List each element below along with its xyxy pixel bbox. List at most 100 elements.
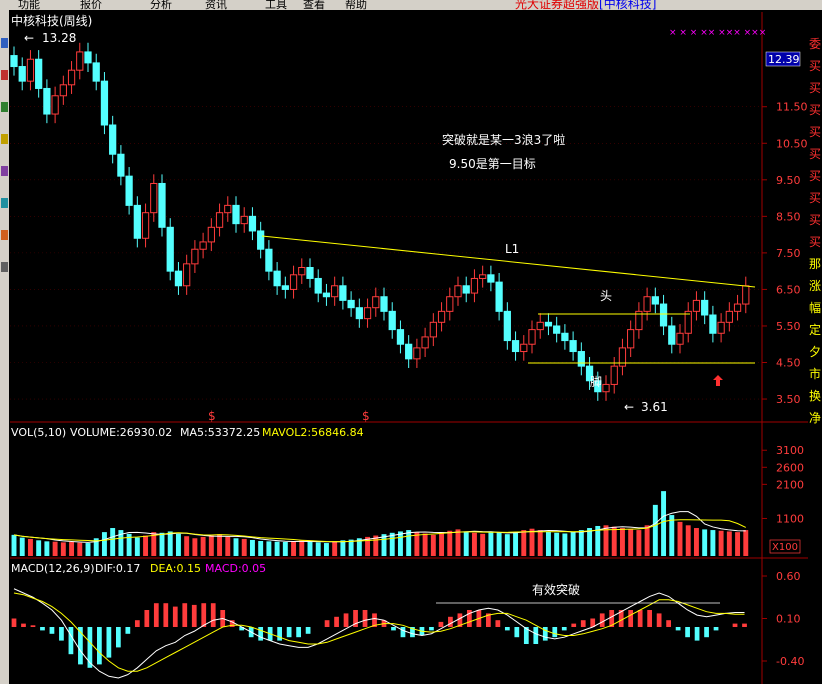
candle-body — [281, 285, 289, 290]
quote-field-label: 幅 — [808, 301, 821, 315]
candle-body — [495, 281, 503, 312]
candle-body — [454, 285, 462, 298]
candle-body — [479, 274, 487, 279]
macd-dif-line — [13, 588, 745, 679]
candle-body — [306, 267, 314, 279]
candle-body — [380, 296, 388, 312]
candle-body — [84, 51, 92, 64]
candle-body — [51, 95, 59, 115]
arrow-icon[interactable] — [1, 38, 8, 48]
menu-item[interactable]: 工具 — [265, 0, 287, 10]
zoom-icon[interactable] — [1, 70, 8, 80]
quote-field-label: 买 — [808, 81, 821, 95]
candle-body — [289, 274, 298, 290]
current-price: 12.39 — [768, 53, 800, 66]
candle-body — [503, 310, 511, 342]
price-tick-label: 4.50 — [776, 357, 801, 370]
candle-body — [117, 153, 125, 177]
candle-body — [35, 58, 43, 89]
candle-body — [725, 310, 733, 323]
mavol2-value: MAVOL2:56846.84 — [262, 426, 364, 439]
price-tick-label: 8.50 — [776, 210, 801, 223]
candle-body — [199, 241, 207, 250]
quote-field-label: 买 — [808, 147, 821, 161]
menu-item[interactable]: 功能 — [18, 0, 40, 10]
menu-item[interactable]: 帮助 — [345, 0, 367, 10]
volume-ma10-line — [13, 519, 746, 543]
candle-body — [520, 343, 528, 353]
candle-body — [298, 267, 306, 276]
candle-body — [396, 329, 405, 345]
candle-body — [248, 215, 257, 232]
candle-body — [569, 340, 577, 353]
line-icon[interactable] — [1, 134, 8, 144]
ma5-value: MA5:53372.25 — [180, 426, 260, 439]
candle-body — [388, 310, 396, 331]
quote-field-label: 净 — [808, 411, 821, 425]
price-tick-label: 5.50 — [776, 320, 801, 333]
low-arrow-icon: ← — [624, 400, 634, 414]
candle-body — [76, 51, 84, 71]
rect-icon[interactable] — [1, 166, 8, 176]
dif-value: DIF:0.17 — [95, 562, 140, 575]
candle-body — [347, 299, 355, 309]
volume-tick-label: 1100 — [776, 512, 804, 525]
quote-field-label: 买 — [808, 59, 821, 73]
quote-field-label: 买 — [808, 125, 821, 139]
signal-marker: $ — [208, 409, 216, 423]
quote-field-label: 买 — [808, 191, 821, 205]
dea-value: DEA:0.15 — [150, 562, 201, 575]
candle-body — [528, 329, 536, 345]
color-icon[interactable] — [1, 230, 8, 240]
candle-body — [553, 325, 561, 334]
candle-body — [429, 321, 437, 338]
candle-body — [314, 277, 322, 294]
candle-body — [602, 383, 610, 393]
macd-histogram — [11, 588, 747, 679]
volume-tick-label: 3100 — [776, 444, 804, 457]
candle-body — [331, 285, 339, 298]
candle-body — [133, 204, 141, 239]
candle-body — [183, 263, 191, 287]
candle-body — [413, 347, 421, 360]
candle-body — [470, 277, 479, 294]
quote-field-label: 定 — [808, 323, 821, 337]
menu-item[interactable]: 报价 — [80, 0, 102, 10]
candle-body — [265, 248, 273, 272]
candle-body — [577, 351, 585, 367]
candle-body — [717, 321, 725, 334]
stock-name: [中核科技] — [599, 0, 657, 10]
price-tick-label: 7.50 — [776, 247, 801, 260]
candle-body — [733, 303, 742, 312]
menu-item[interactable]: 资讯 — [205, 0, 227, 10]
candle-body — [709, 314, 717, 334]
candle-body — [191, 248, 199, 265]
macd-tick-label: -0.40 — [776, 655, 804, 668]
candle-body — [536, 321, 544, 331]
candle-body — [322, 292, 331, 298]
menu-item[interactable]: 分析 — [150, 0, 172, 10]
candle-body — [26, 58, 35, 82]
candle-body — [141, 212, 150, 239]
candle-body — [511, 340, 520, 353]
candle-body — [659, 303, 668, 327]
menu-item[interactable]: 查看 — [303, 0, 325, 10]
price-panel-title: 中核科技(周线) — [11, 13, 92, 28]
signal-marker: $ — [362, 409, 370, 423]
window-title: 光大证券超强版[中核科技] — [515, 0, 656, 10]
volume-value: VOLUME:26930.02 — [70, 426, 172, 439]
candle-body — [240, 215, 248, 225]
candlestick-series — [10, 42, 750, 401]
candle-body — [100, 80, 109, 126]
candle-body — [355, 307, 363, 320]
candle-body — [544, 321, 553, 327]
stock-chart[interactable]: 11.50 10.50 9.50 8.50 7.50 6.50 5.50 4.50 3.50 31… — [0, 0, 822, 684]
grid-icon[interactable] — [1, 262, 8, 272]
candle-body — [224, 204, 232, 214]
broker-name: 光大证券超强版 — [515, 0, 600, 10]
quote-field-label: 那 — [808, 257, 821, 271]
text-icon[interactable] — [1, 198, 8, 208]
candle-body — [372, 296, 380, 309]
price-tick-label: 3.50 — [776, 393, 801, 406]
pen-icon[interactable] — [1, 102, 8, 112]
